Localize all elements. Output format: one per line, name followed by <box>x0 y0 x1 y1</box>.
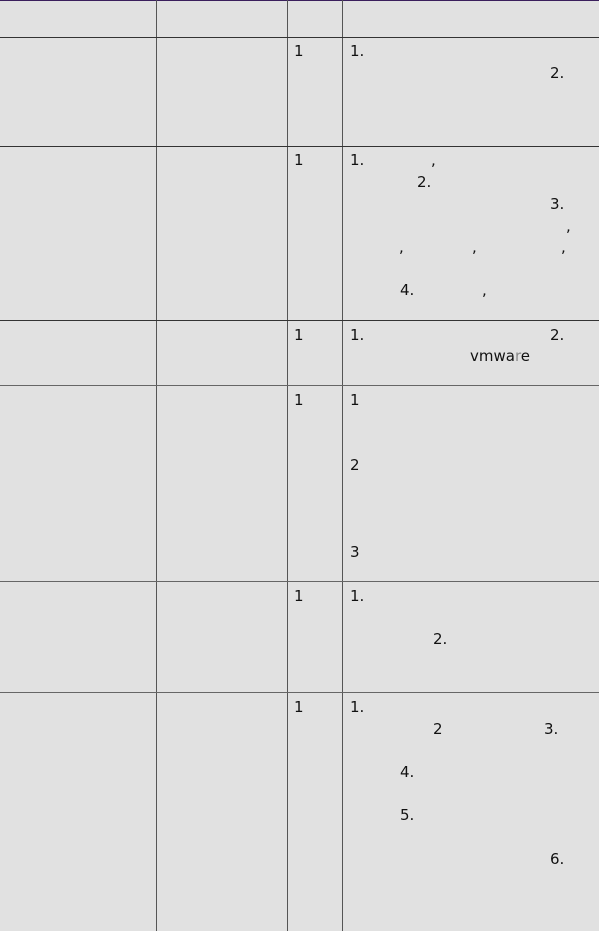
quantity-cell: 1 <box>294 151 304 169</box>
comma-mark: , <box>566 217 571 235</box>
list-item: 4. <box>400 763 415 781</box>
table-top-border <box>0 0 599 1</box>
list-item: 1. <box>350 42 365 60</box>
quantity-cell: 1 <box>294 42 304 60</box>
row-divider-5 <box>0 581 599 582</box>
list-item: 3. <box>544 720 559 738</box>
vmware-text-part: vmwa <box>470 347 515 365</box>
vmware-text-part: e <box>520 347 531 365</box>
list-item: 6. <box>550 850 565 868</box>
comma-mark: , <box>482 281 487 299</box>
row-divider-3 <box>0 320 599 321</box>
list-item: 2. <box>433 630 448 648</box>
comma-mark: , <box>431 151 436 169</box>
list-item: 1. <box>350 698 365 716</box>
quantity-cell: 1 <box>294 698 304 716</box>
row-divider-1 <box>0 37 599 38</box>
quantity-cell: 1 <box>294 391 304 409</box>
list-item: 3 <box>350 543 360 561</box>
list-item: 2 <box>350 456 360 474</box>
list-item: 4. <box>400 281 415 299</box>
vmware-text: vmware <box>470 349 530 364</box>
row-divider-6 <box>0 692 599 693</box>
list-item: 2. <box>550 326 565 344</box>
column-divider-2 <box>287 0 288 931</box>
list-item: 1. <box>350 326 365 344</box>
quantity-cell: 1 <box>294 326 304 344</box>
list-item: 2. <box>417 173 432 191</box>
list-item: 1. <box>350 587 365 605</box>
list-item: 1 <box>350 391 360 409</box>
list-item: 3. <box>550 195 565 213</box>
column-divider-3 <box>342 0 343 931</box>
list-item: 5. <box>400 806 415 824</box>
comma-mark: , <box>561 238 566 256</box>
column-divider-1 <box>156 0 157 931</box>
document-table-page: 1 1. 2. 1 1. , 2. 3. , , , , 4. , 1 1. 2… <box>0 0 599 931</box>
list-item: 2. <box>550 64 565 82</box>
quantity-cell: 1 <box>294 587 304 605</box>
list-item: 1. <box>350 151 365 169</box>
row-divider-4 <box>0 385 599 386</box>
list-item: 2 <box>433 720 443 738</box>
row-divider-2 <box>0 146 599 147</box>
comma-mark: , <box>399 238 404 256</box>
comma-mark: , <box>472 238 477 256</box>
